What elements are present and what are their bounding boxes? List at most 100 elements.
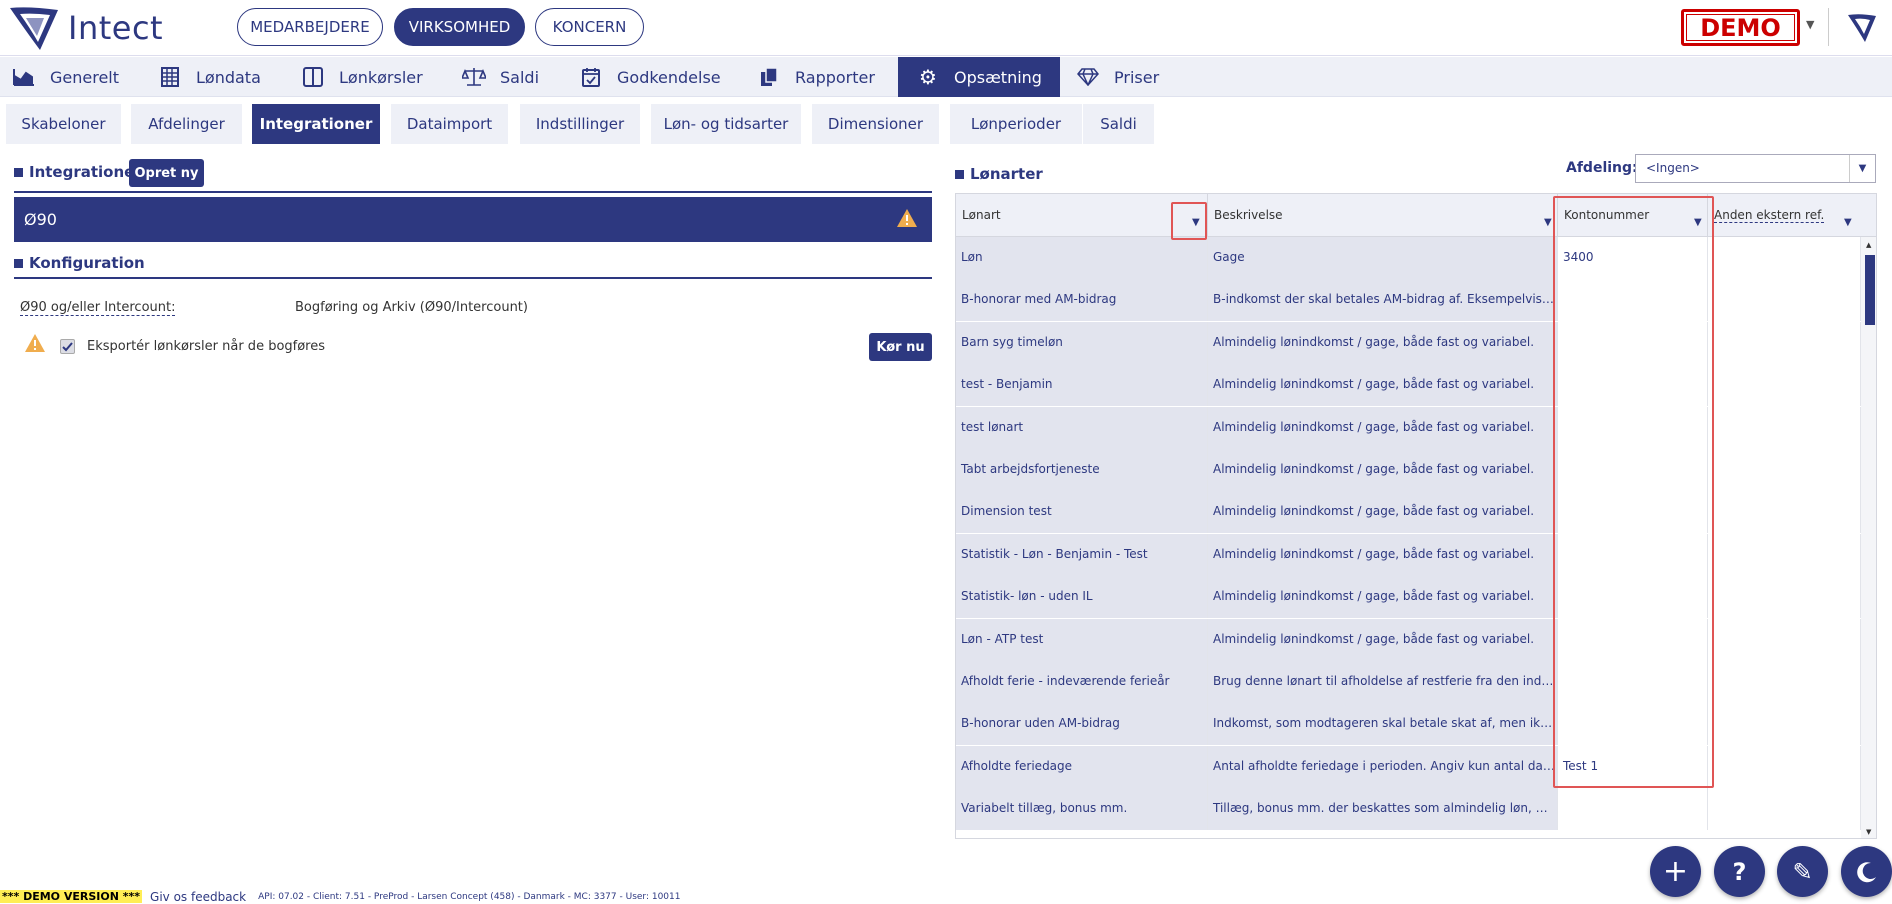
cell-beskrivelse: Almindelig lønindkomst / gage, både fast… (1208, 406, 1558, 449)
table-row[interactable]: Statistik - Løn - Benjamin - Test Alminde… (956, 533, 1861, 576)
department-select[interactable]: <Ingen> ▼ (1635, 154, 1876, 183)
nav-priser[interactable]: Priser (1076, 57, 1196, 97)
subtab-lonperioder[interactable]: Lønperioder (950, 104, 1082, 144)
chevron-down-icon[interactable]: ▼ (1806, 18, 1814, 31)
subtab-integrationer[interactable]: Integrationer (252, 104, 380, 144)
cell-anden-ref[interactable] (1708, 661, 1861, 703)
cell-kontonummer[interactable] (1558, 491, 1708, 534)
export-checkbox[interactable] (60, 339, 75, 354)
cell-kontonummer[interactable] (1558, 788, 1708, 831)
cell-kontonummer[interactable] (1558, 661, 1708, 703)
subtab-saldi[interactable]: Saldi (1083, 104, 1154, 144)
run-now-button[interactable]: Kør nu (869, 333, 932, 361)
integration-item[interactable]: Ø90 (14, 197, 932, 242)
cell-kontonummer[interactable] (1558, 703, 1708, 746)
scroll-down-icon[interactable]: ▼ (1866, 828, 1871, 836)
subtab-lon-og-tidsarter[interactable]: Løn- og tidsarter (651, 104, 801, 144)
column-header-kontonummer-label: Kontonummer (1564, 208, 1650, 222)
filter-icon[interactable]: ▼ (1544, 217, 1552, 228)
nav-londata[interactable]: Løndata (158, 57, 298, 97)
column-header-beskrivelse[interactable]: Beskrivelse ▼ (1208, 194, 1558, 237)
cell-kontonummer[interactable] (1558, 533, 1708, 576)
cell-anden-ref[interactable] (1708, 364, 1861, 407)
table-row[interactable]: test - Benjamin Almindelig lønindkomst / … (956, 364, 1861, 407)
table-row[interactable]: Dimension test Almindelig lønindkomst / g… (956, 491, 1861, 534)
cell-anden-ref[interactable] (1708, 321, 1861, 364)
column-header-lonart-label: Lønart (962, 208, 1001, 222)
grid-scrollbar[interactable]: ▲ ▼ (1861, 237, 1876, 838)
cell-kontonummer[interactable]: 3400 (1558, 237, 1708, 279)
cell-anden-ref[interactable] (1708, 406, 1861, 449)
nav-rapporter[interactable]: Rapporter (757, 57, 897, 97)
nav-saldi[interactable]: Saldi (462, 57, 582, 97)
cell-kontonummer[interactable] (1558, 321, 1708, 364)
subtab-skabeloner[interactable]: Skabeloner (6, 104, 121, 144)
cell-kontonummer[interactable]: Test 1 (1558, 745, 1708, 788)
cell-anden-ref[interactable] (1708, 449, 1861, 491)
table-row[interactable]: test lønart Almindelig lønindkomst / gage… (956, 406, 1861, 449)
cell-anden-ref[interactable] (1708, 533, 1861, 576)
column-header-lonart[interactable]: Lønart ▼ (956, 194, 1208, 237)
nav-londata-label: Løndata (196, 67, 261, 87)
create-new-button[interactable]: Opret ny (129, 159, 204, 187)
cell-kontonummer[interactable] (1558, 279, 1708, 322)
cell-kontonummer[interactable] (1558, 618, 1708, 661)
warning-icon (897, 209, 917, 227)
tab-medarbejdere[interactable]: MEDARBEJDERE (237, 8, 383, 46)
nav-opsaetning[interactable]: ⚙ Opsætning (898, 57, 1060, 97)
intercount-value: Bogføring og Arkiv (Ø90/Intercount) (295, 300, 528, 315)
tab-koncern[interactable]: KONCERN (535, 8, 644, 46)
filter-icon[interactable]: ▼ (1844, 217, 1852, 228)
table-row[interactable]: Barn syg timeløn Almindelig lønindkomst /… (956, 321, 1861, 364)
tab-virksomhed[interactable]: VIRKSOMHED (394, 8, 525, 46)
column-header-kontonummer[interactable]: Kontonummer ▼ (1558, 194, 1708, 237)
grid-header: Lønart ▼ Beskrivelse ▼ Kontonummer ▼ And… (956, 194, 1876, 237)
column-header-anden-ref[interactable]: Anden ekstern ref. ▼ (1708, 194, 1876, 237)
nav-generelt[interactable]: Generelt (12, 57, 152, 97)
cell-anden-ref[interactable] (1708, 703, 1861, 746)
feedback-link[interactable]: Giv os feedback (150, 890, 246, 904)
filter-icon[interactable]: ▼ (1694, 217, 1702, 228)
cell-kontonummer[interactable] (1558, 449, 1708, 491)
scroll-up-icon[interactable]: ▲ (1866, 241, 1871, 249)
cell-kontonummer[interactable] (1558, 576, 1708, 619)
subtab-dimensioner[interactable]: Dimensioner (812, 104, 939, 144)
cell-anden-ref[interactable] (1708, 618, 1861, 661)
table-row[interactable]: Statistik- løn - uden IL Almindelig lønin… (956, 576, 1861, 619)
cell-anden-ref[interactable] (1708, 279, 1861, 322)
cell-anden-ref[interactable] (1708, 491, 1861, 534)
demo-badge[interactable]: DEMO (1681, 9, 1800, 46)
intect-logo[interactable]: Intect (6, 4, 163, 52)
nav-godkendelse[interactable]: Godkendelse (579, 57, 739, 97)
cell-anden-ref[interactable] (1708, 576, 1861, 619)
filter-icon[interactable]: ▼ (1192, 217, 1200, 228)
subtab-indstillinger[interactable]: Indstillinger (520, 104, 640, 144)
intect-small-logo-icon[interactable] (1846, 12, 1878, 44)
table-row[interactable]: Løn Gage 3400 (956, 237, 1861, 279)
diamond-icon (1076, 66, 1100, 88)
table-row[interactable]: Afholdte feriedage Antal afholdte ferieda… (956, 745, 1861, 788)
table-row[interactable]: B-honorar uden AM-bidrag Indkomst, som mo… (956, 703, 1861, 746)
gear-icon: ⚙ (919, 65, 937, 89)
cell-kontonummer[interactable] (1558, 364, 1708, 407)
table-row[interactable]: Tabt arbejdsfortjeneste Almindelig lønind… (956, 449, 1861, 491)
table-row[interactable]: Løn - ATP test Almindelig lønindkomst / g… (956, 618, 1861, 661)
nav-lonkorsler[interactable]: Lønkørsler (301, 57, 451, 97)
add-button[interactable]: + (1650, 846, 1701, 897)
cell-anden-ref[interactable] (1708, 745, 1861, 788)
cell-lonart: test - Benjamin (956, 364, 1208, 407)
subtab-dataimport[interactable]: Dataimport (391, 104, 508, 144)
cell-anden-ref[interactable] (1708, 237, 1861, 279)
table-row[interactable]: B-honorar med AM-bidrag B-indkomst der sk… (956, 279, 1861, 322)
help-button[interactable]: ? (1714, 846, 1765, 897)
cell-lonart: Afholdt ferie - indeværende ferieår (956, 661, 1208, 703)
table-row[interactable]: Afholdt ferie - indeværende ferieår Brug … (956, 661, 1861, 703)
cell-kontonummer[interactable] (1558, 406, 1708, 449)
edit-button[interactable]: ✎ (1777, 846, 1828, 897)
subtab-afdelinger[interactable]: Afdelinger (131, 104, 242, 144)
table-row[interactable]: Variabelt tillæg, bonus mm. Tillæg, bonus… (956, 788, 1861, 831)
dropdown-arrow-icon[interactable]: ▼ (1849, 155, 1875, 182)
dark-mode-button[interactable] (1841, 846, 1892, 897)
cell-anden-ref[interactable] (1708, 788, 1861, 831)
scrollbar-thumb[interactable] (1865, 255, 1875, 325)
